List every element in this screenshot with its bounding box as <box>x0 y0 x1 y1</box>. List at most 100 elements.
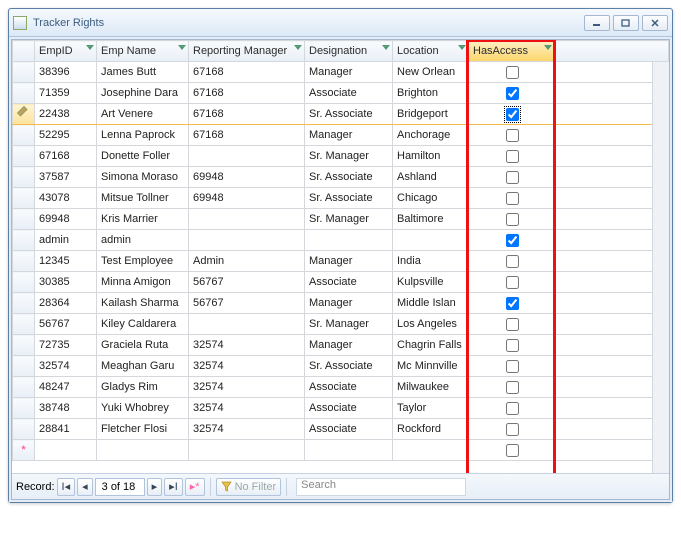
table-row[interactable]: 67168Donette FollerSr. ManagerHamilton <box>13 146 669 167</box>
cell-manager[interactable]: 32574 <box>189 335 305 356</box>
hasaccess-checkbox[interactable] <box>506 192 519 205</box>
cell-manager[interactable]: 56767 <box>189 293 305 314</box>
table-row[interactable]: 48247Gladys Rim32574AssociateMilwaukee <box>13 377 669 398</box>
hasaccess-checkbox[interactable] <box>506 276 519 289</box>
row-selector[interactable] <box>13 356 35 377</box>
hasaccess-checkbox[interactable] <box>506 87 519 100</box>
cell-designation[interactable]: Sr. Manager <box>305 209 393 230</box>
cell-designation[interactable]: Sr. Associate <box>305 188 393 209</box>
cell-location[interactable]: Bridgeport <box>393 104 469 125</box>
cell-empid[interactable]: 37587 <box>35 167 97 188</box>
column-header-manager[interactable]: Reporting Manager <box>189 41 305 62</box>
cell-empname[interactable]: Yuki Whobrey <box>97 398 189 419</box>
table-row[interactable]: 56767Kiley CaldareraSr. ManagerLos Angel… <box>13 314 669 335</box>
cell-manager[interactable]: 69948 <box>189 188 305 209</box>
cell-manager[interactable]: 32574 <box>189 356 305 377</box>
cell-location[interactable]: Ashland <box>393 167 469 188</box>
cell-designation[interactable]: Associate <box>305 398 393 419</box>
cell-location[interactable]: Mc Minnville <box>393 356 469 377</box>
cell-hasaccess[interactable] <box>469 272 555 293</box>
cell-empname[interactable]: Test Employee <box>97 251 189 272</box>
cell-empid[interactable]: 38748 <box>35 398 97 419</box>
cell-empid[interactable]: 56767 <box>35 314 97 335</box>
cell-manager[interactable]: Admin <box>189 251 305 272</box>
row-selector[interactable] <box>13 83 35 104</box>
row-selector[interactable] <box>13 62 35 83</box>
cell-designation[interactable]: Associate <box>305 377 393 398</box>
cell-designation[interactable]: Manager <box>305 251 393 272</box>
row-selector[interactable]: * <box>13 440 35 461</box>
cell-designation[interactable]: Associate <box>305 272 393 293</box>
hasaccess-checkbox[interactable] <box>506 255 519 268</box>
table-row[interactable]: 71359Josephine Dara67168AssociateBrighto… <box>13 83 669 104</box>
cell-hasaccess[interactable] <box>469 314 555 335</box>
cell-designation[interactable]: Sr. Manager <box>305 146 393 167</box>
cell-empname[interactable]: Simona Moraso <box>97 167 189 188</box>
row-selector[interactable] <box>13 398 35 419</box>
cell-empid[interactable]: 30385 <box>35 272 97 293</box>
row-selector[interactable] <box>13 188 35 209</box>
cell-manager[interactable]: 69948 <box>189 167 305 188</box>
record-position[interactable]: 3 of 18 <box>95 478 145 496</box>
hasaccess-checkbox[interactable] <box>506 381 519 394</box>
cell-empname[interactable]: Minna Amigon <box>97 272 189 293</box>
cell-designation[interactable]: Sr. Associate <box>305 104 393 125</box>
table-row[interactable]: 52295Lenna Paprock67168ManagerAnchorage <box>13 125 669 146</box>
cell-empname[interactable]: Donette Foller <box>97 146 189 167</box>
cell-empname[interactable]: Lenna Paprock <box>97 125 189 146</box>
cell-empname[interactable]: Graciela Ruta <box>97 335 189 356</box>
select-all-header[interactable] <box>13 41 35 62</box>
chevron-down-icon[interactable] <box>458 45 466 50</box>
row-selector[interactable] <box>13 272 35 293</box>
column-header-hasaccess[interactable]: HasAccess <box>469 41 555 62</box>
column-header-location[interactable]: Location <box>393 41 469 62</box>
cell-hasaccess[interactable] <box>469 419 555 440</box>
cell-empid[interactable]: 22438 <box>35 104 97 125</box>
cell-manager[interactable]: 32574 <box>189 377 305 398</box>
cell-empname[interactable]: Meaghan Garu <box>97 356 189 377</box>
cell-location[interactable] <box>393 230 469 251</box>
cell-empname[interactable]: Kailash Sharma <box>97 293 189 314</box>
cell-empid[interactable]: 48247 <box>35 377 97 398</box>
cell-manager[interactable]: 67168 <box>189 62 305 83</box>
cell-hasaccess[interactable] <box>469 398 555 419</box>
hasaccess-checkbox[interactable] <box>506 318 519 331</box>
table-row[interactable]: 43078Mitsue Tollner69948Sr. AssociateChi… <box>13 188 669 209</box>
cell-designation[interactable]: Sr. Associate <box>305 356 393 377</box>
row-selector[interactable] <box>13 293 35 314</box>
minimize-button[interactable] <box>584 15 610 31</box>
cell-empid[interactable]: 28841 <box>35 419 97 440</box>
hasaccess-checkbox[interactable] <box>506 360 519 373</box>
table-row[interactable]: 28364Kailash Sharma56767ManagerMiddle Is… <box>13 293 669 314</box>
table-row[interactable]: 38748Yuki Whobrey32574AssociateTaylor <box>13 398 669 419</box>
cell-empid[interactable]: 67168 <box>35 146 97 167</box>
table-row[interactable]: 38396James Butt67168ManagerNew Orlean <box>13 62 669 83</box>
nav-prev-button[interactable]: ◂ <box>77 478 93 496</box>
row-selector[interactable] <box>13 167 35 188</box>
hasaccess-checkbox[interactable] <box>506 213 519 226</box>
datasheet-grid[interactable]: EmpID Emp Name Reporting Manager Designa… <box>11 39 670 500</box>
hasaccess-checkbox[interactable] <box>506 339 519 352</box>
cell-manager[interactable]: 67168 <box>189 125 305 146</box>
cell-location[interactable]: Los Angeles <box>393 314 469 335</box>
cell-location[interactable]: Milwaukee <box>393 377 469 398</box>
hasaccess-checkbox[interactable] <box>506 444 519 457</box>
table-row[interactable]: 22438Art Venere67168Sr. AssociateBridgep… <box>13 104 669 125</box>
hasaccess-checkbox[interactable] <box>506 402 519 415</box>
nav-next-button[interactable]: ▸ <box>147 478 163 496</box>
cell-designation[interactable] <box>305 230 393 251</box>
cell-hasaccess[interactable] <box>469 104 555 125</box>
chevron-down-icon[interactable] <box>544 45 552 50</box>
row-selector[interactable] <box>13 146 35 167</box>
row-selector[interactable] <box>13 314 35 335</box>
cell-location[interactable]: India <box>393 251 469 272</box>
hasaccess-checkbox[interactable] <box>506 150 519 163</box>
cell-hasaccess[interactable] <box>469 62 555 83</box>
cell-location[interactable]: Taylor <box>393 398 469 419</box>
cell-empid[interactable]: 28364 <box>35 293 97 314</box>
cell-location[interactable]: Kulpsville <box>393 272 469 293</box>
table-row[interactable]: 12345Test EmployeeAdminManagerIndia <box>13 251 669 272</box>
cell-empid[interactable]: 69948 <box>35 209 97 230</box>
cell-hasaccess[interactable] <box>469 125 555 146</box>
cell-hasaccess[interactable] <box>469 83 555 104</box>
